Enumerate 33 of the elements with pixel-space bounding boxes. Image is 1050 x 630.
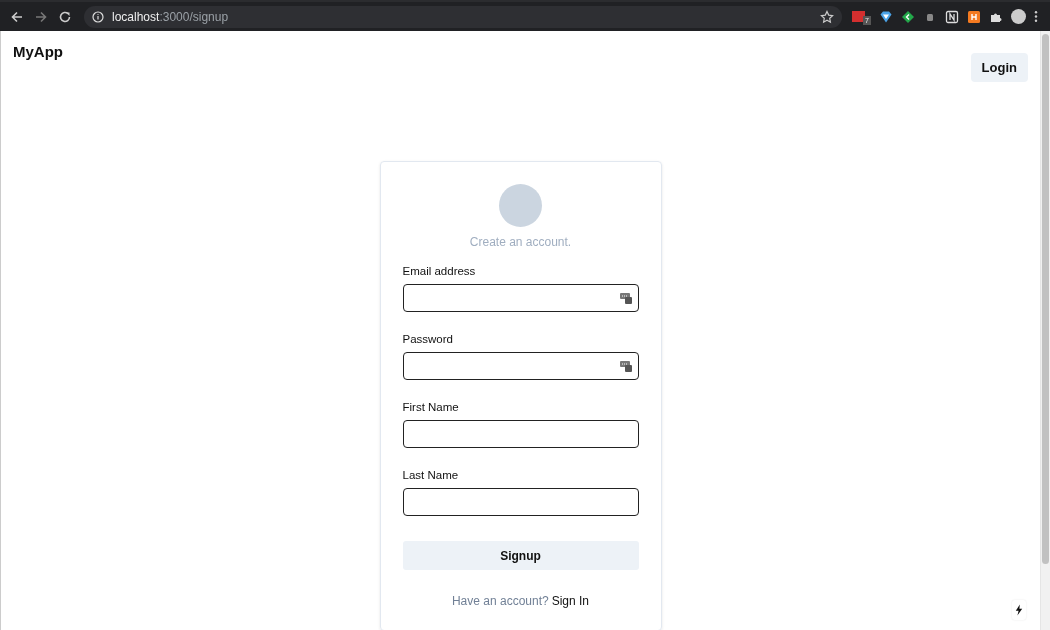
signup-button[interactable]: Signup (402, 541, 639, 570)
diamond-extension-icon[interactable] (879, 9, 893, 24)
field-label: Password (402, 333, 454, 345)
star-icon[interactable] (820, 9, 834, 24)
extension-icon[interactable] (945, 9, 959, 24)
field-label: Last Name (402, 469, 460, 481)
menu-icon[interactable] (1034, 10, 1038, 23)
extension-icon[interactable] (967, 9, 981, 24)
footer-prompt: Have an account? (451, 594, 549, 608)
forward-arrow-icon[interactable] (34, 9, 48, 24)
reload-icon[interactable] (58, 9, 72, 24)
info-icon[interactable] (92, 10, 104, 23)
field-label: First Name (402, 401, 460, 413)
input-field[interactable] (402, 284, 639, 312)
profile-avatar[interactable] (1011, 9, 1026, 24)
sign-in-link[interactable]: Sign In (551, 594, 590, 608)
bolt-icon[interactable] (1012, 600, 1026, 620)
avatar-placeholder (499, 184, 542, 227)
extension-icon[interactable] (901, 9, 915, 24)
scrollbar-thumb[interactable] (1042, 34, 1049, 564)
brand-title[interactable]: MyApp (13, 43, 63, 60)
input-field[interactable] (402, 352, 639, 380)
input-field[interactable] (402, 420, 639, 448)
password-manager-icon[interactable] (619, 292, 632, 304)
subtitle: Create an account. (468, 235, 573, 249)
scrollbar[interactable] (1040, 31, 1050, 630)
password-manager-icon[interactable] (619, 360, 632, 372)
back-arrow-icon[interactable] (10, 9, 24, 24)
field-label: Email address (402, 265, 477, 277)
login-button[interactable]: Login (970, 53, 1028, 82)
input-field[interactable] (402, 488, 639, 516)
address-bar[interactable]: localhost:3000/signup (84, 5, 842, 28)
url-text: localhost:3000/signup (112, 9, 229, 24)
